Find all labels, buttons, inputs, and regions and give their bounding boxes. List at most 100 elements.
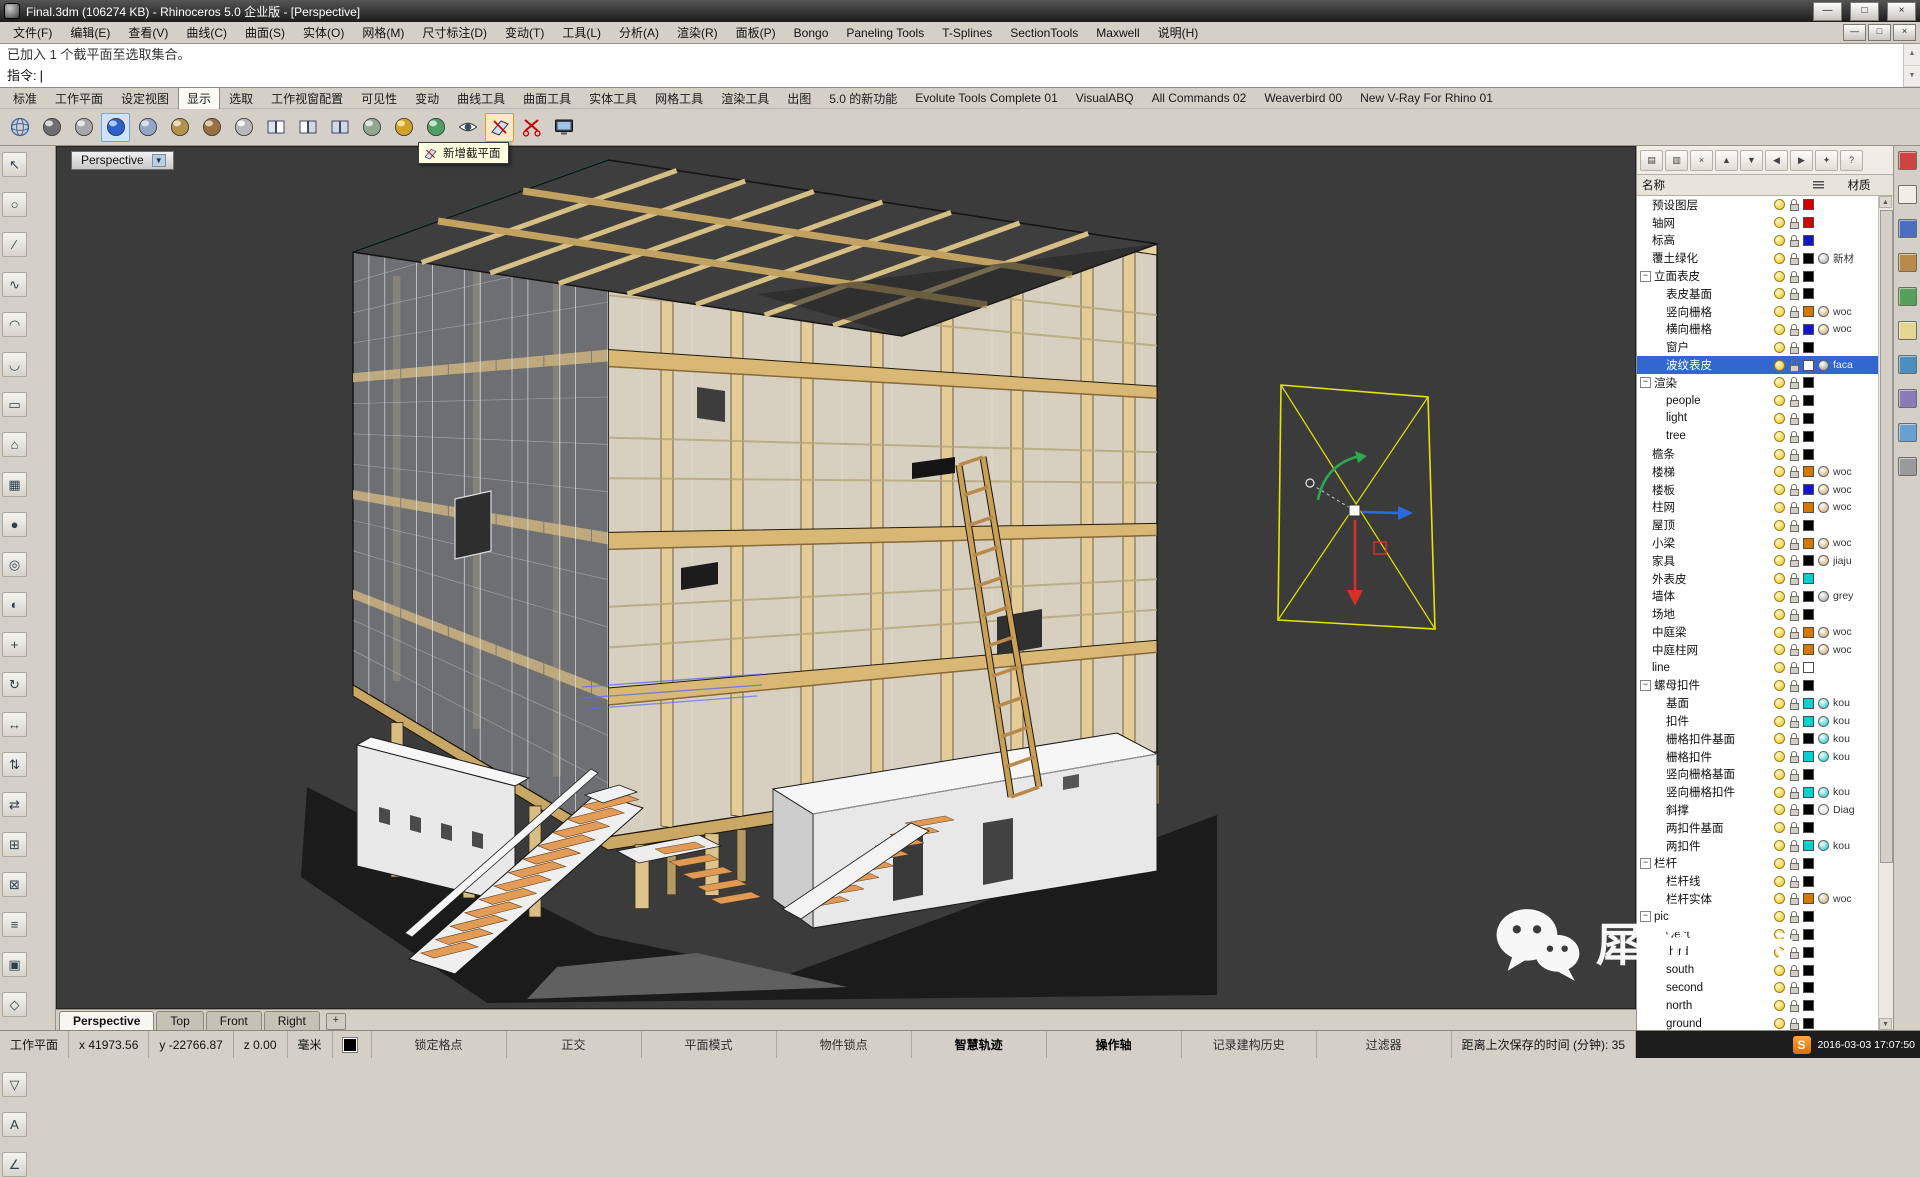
layer-visibility-bulb-icon[interactable] bbox=[1774, 857, 1785, 869]
layer-color-swatch[interactable] bbox=[1803, 377, 1814, 389]
child-minimize-button[interactable]: — bbox=[1843, 24, 1866, 41]
gumball-widget[interactable] bbox=[1277, 384, 1436, 630]
layer-color-swatch[interactable] bbox=[1803, 501, 1814, 513]
menu-item[interactable]: 文件(F) bbox=[4, 22, 61, 43]
column-header-name[interactable]: 名称 bbox=[1642, 177, 1665, 193]
arc-icon[interactable]: ◠ bbox=[2, 312, 27, 337]
menu-item[interactable]: 实体(O) bbox=[294, 22, 353, 43]
layer-material-ball-icon[interactable] bbox=[1818, 252, 1829, 264]
xray-view-icon[interactable] bbox=[133, 113, 162, 142]
blend-icon[interactable]: ◡ bbox=[2, 352, 27, 377]
layer-lock-icon[interactable] bbox=[1789, 341, 1799, 354]
text-icon[interactable]: A bbox=[2, 1112, 27, 1137]
layer-lock-icon[interactable] bbox=[1789, 323, 1799, 336]
new-layer-icon[interactable]: ▤ bbox=[1640, 149, 1663, 171]
layer-visibility-bulb-icon[interactable] bbox=[1774, 804, 1785, 816]
layer-visibility-bulb-icon[interactable] bbox=[1774, 573, 1785, 585]
layer-row[interactable]: 横向栅格 woc bbox=[1637, 321, 1893, 339]
layer-lock-icon[interactable] bbox=[1789, 252, 1799, 265]
viewport-tab-front[interactable]: Front bbox=[205, 1011, 262, 1030]
layer-visibility-bulb-icon[interactable] bbox=[1774, 786, 1785, 798]
pen-view-icon[interactable] bbox=[229, 113, 258, 142]
properties-panel-icon[interactable] bbox=[1897, 151, 1917, 170]
toolbar-tab[interactable]: VisualABQ bbox=[1067, 88, 1143, 108]
layer-visibility-bulb-icon[interactable] bbox=[1774, 484, 1785, 496]
layer-lock-icon[interactable] bbox=[1789, 287, 1799, 301]
layer-material-ball-icon[interactable] bbox=[1818, 804, 1829, 816]
layer-material-ball-icon[interactable] bbox=[1818, 359, 1829, 371]
help-icon[interactable]: ? bbox=[1840, 149, 1863, 171]
layer-material-ball-icon[interactable] bbox=[1818, 590, 1829, 602]
status-toggle-智慧轨迹[interactable]: 智慧轨迹 bbox=[912, 1031, 1047, 1058]
add-viewport-tab-icon[interactable]: + bbox=[325, 1013, 346, 1030]
layer-tools-icon[interactable]: ✦ bbox=[1815, 149, 1838, 171]
layer-lock-icon[interactable] bbox=[1789, 198, 1799, 212]
scroll-up-icon[interactable]: ▲ bbox=[1904, 44, 1920, 66]
calculator-panel-icon[interactable] bbox=[1897, 457, 1917, 476]
layer-color-swatch[interactable] bbox=[1803, 786, 1814, 798]
viewport-tab-top[interactable]: Top bbox=[156, 1011, 204, 1030]
chevron-down-icon[interactable]: ▼ bbox=[151, 153, 166, 167]
layer-lock-icon[interactable] bbox=[1789, 554, 1799, 568]
layer-lock-icon[interactable] bbox=[1789, 750, 1799, 764]
layer-visibility-bulb-icon[interactable] bbox=[1774, 555, 1785, 567]
layer-lock-icon[interactable] bbox=[1789, 768, 1799, 781]
layer-row[interactable]: − 渲染 bbox=[1637, 374, 1893, 392]
toolbar-tab[interactable]: 显示 bbox=[178, 86, 221, 110]
layer-lock-icon[interactable] bbox=[1789, 501, 1799, 514]
child-restore-button[interactable]: □ bbox=[1868, 24, 1891, 41]
layer-visibility-bulb-icon[interactable] bbox=[1774, 412, 1785, 424]
current-layer-cell[interactable] bbox=[333, 1031, 372, 1058]
layer-color-swatch[interactable] bbox=[1803, 199, 1814, 211]
zoom-extents-icon[interactable] bbox=[357, 113, 386, 142]
layer-row[interactable]: 轴网 bbox=[1637, 214, 1893, 232]
layer-color-swatch[interactable] bbox=[1803, 234, 1814, 246]
layer-visibility-bulb-icon[interactable] bbox=[1774, 306, 1785, 318]
layer-color-swatch[interactable] bbox=[1803, 626, 1814, 638]
layer-row[interactable]: 覆土绿化 新材 bbox=[1637, 249, 1893, 267]
layer-material-ball-icon[interactable] bbox=[1818, 786, 1829, 798]
layer-lock-icon[interactable] bbox=[1789, 216, 1799, 230]
mirror-icon[interactable]: ⇄ bbox=[2, 792, 27, 817]
layer-visibility-bulb-icon[interactable] bbox=[1774, 590, 1785, 602]
menu-item[interactable]: T-Splines bbox=[933, 24, 1001, 42]
layer-visibility-bulb-icon[interactable] bbox=[1774, 768, 1785, 780]
toolbar-tab[interactable]: All Commands 02 bbox=[1143, 88, 1256, 108]
layer-visibility-bulb-icon[interactable] bbox=[1774, 395, 1785, 407]
menu-item[interactable]: 渲染(R) bbox=[668, 22, 727, 43]
layer-color-swatch[interactable] bbox=[1803, 840, 1814, 852]
layer-color-swatch[interactable] bbox=[1803, 662, 1814, 674]
technical-view-icon[interactable] bbox=[165, 113, 194, 142]
minimize-button[interactable]: — bbox=[1813, 1, 1842, 21]
layer-visibility-bulb-icon[interactable] bbox=[1774, 715, 1785, 727]
layer-visibility-bulb-icon[interactable] bbox=[1774, 323, 1785, 335]
layer-row[interactable]: 窗户 bbox=[1637, 338, 1893, 356]
shaded-view-icon[interactable] bbox=[37, 113, 66, 142]
list-view-icon[interactable] bbox=[1813, 180, 1824, 190]
toolbar-tab[interactable]: 变动 bbox=[406, 87, 448, 110]
hatch-icon[interactable]: ◐ bbox=[2, 592, 27, 617]
layer-lock-icon[interactable] bbox=[1789, 626, 1799, 639]
layer-visibility-bulb-icon[interactable] bbox=[1774, 270, 1785, 282]
layer-color-swatch[interactable] bbox=[1803, 288, 1814, 300]
layer-lock-icon[interactable] bbox=[1789, 697, 1799, 710]
layer-material-ball-icon[interactable] bbox=[1818, 537, 1829, 549]
dimension-icon[interactable]: ∠ bbox=[2, 1152, 27, 1177]
layer-lock-icon[interactable] bbox=[1789, 572, 1799, 586]
layer-color-swatch[interactable] bbox=[1803, 519, 1814, 531]
scrollbar-thumb[interactable] bbox=[1880, 210, 1893, 863]
layer-color-swatch[interactable] bbox=[1803, 359, 1814, 371]
toolbar-tab[interactable]: 曲线工具 bbox=[448, 87, 514, 110]
layer-color-swatch[interactable] bbox=[1803, 537, 1814, 549]
extrude-icon[interactable]: ⌂ bbox=[2, 432, 27, 457]
layer-material-ball-icon[interactable] bbox=[1818, 697, 1829, 709]
viewport-tab-right[interactable]: Right bbox=[263, 1011, 320, 1030]
layer-color-swatch[interactable] bbox=[1803, 857, 1814, 869]
layer-lock-icon[interactable] bbox=[1789, 857, 1799, 870]
status-toggle-操作轴[interactable]: 操作轴 bbox=[1047, 1031, 1182, 1058]
cplane-button[interactable]: 工作平面 bbox=[0, 1031, 70, 1058]
layer-row[interactable]: 竖向栅格基面 bbox=[1637, 766, 1893, 784]
layer-color-swatch[interactable] bbox=[1803, 395, 1814, 407]
layer-row[interactable]: 中庭梁 woc bbox=[1637, 623, 1893, 641]
layers-panel-icon[interactable] bbox=[1897, 185, 1917, 204]
